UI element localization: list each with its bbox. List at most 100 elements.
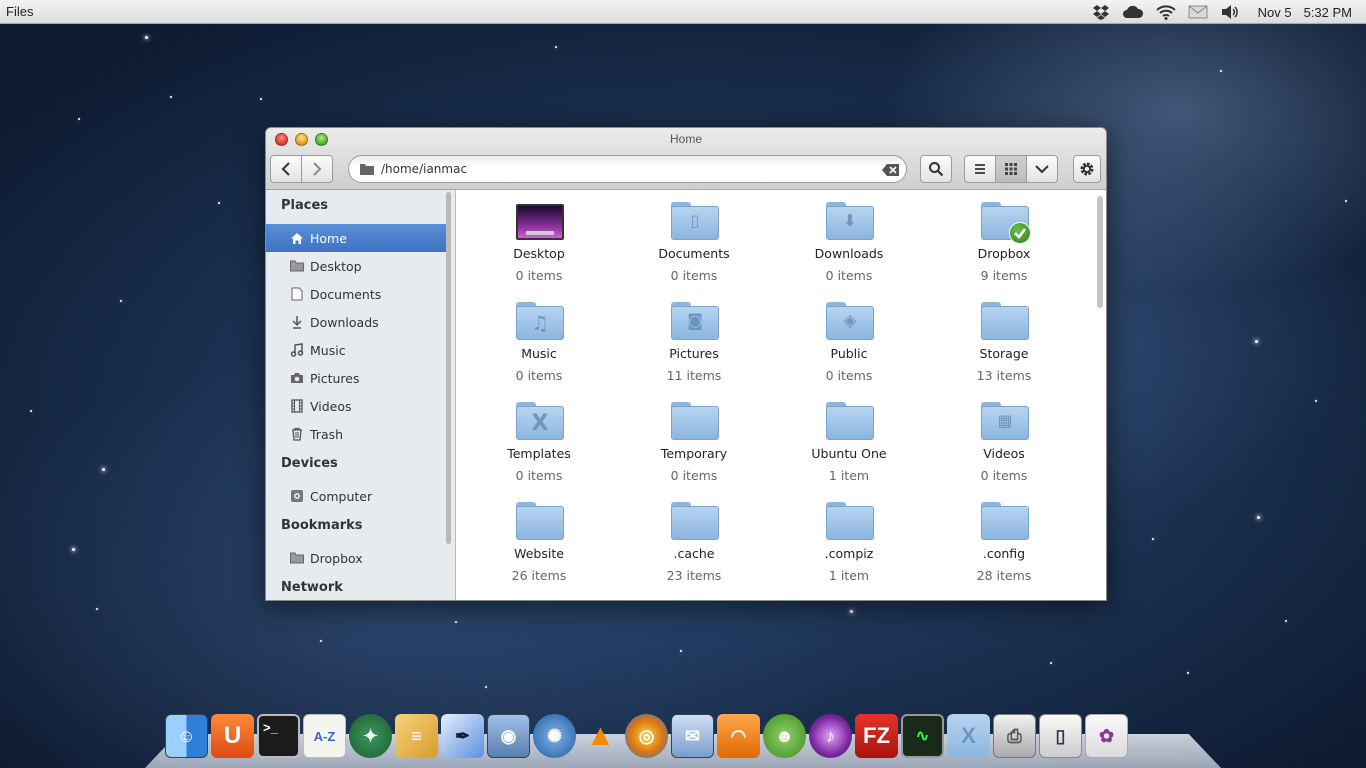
bookmarks-header: Bookmarks [281,518,363,533]
date-label[interactable]: Nov 5 [1258,5,1292,20]
folder-icon [671,402,719,442]
file-item-temporary[interactable]: Temporary 0 items [619,390,769,486]
file-item-cache[interactable]: .cache 23 items [619,490,769,586]
file-item-pictures[interactable]: ◙ Pictures 11 items [619,290,769,386]
file-item-ubuntu-one[interactable]: Ubuntu One 1 item [774,390,924,486]
sidebar-item-music[interactable]: Music [266,336,446,364]
document-icon [290,287,304,301]
file-manager-window: Home /home/ianmac Places Home Desktop Do… [265,127,1107,601]
filezilla-icon[interactable]: FZ [855,714,898,758]
sidebar-item-home[interactable]: Home [266,224,446,252]
browser-icon[interactable]: ◎ [625,714,668,758]
wifi-icon[interactable] [1155,4,1176,20]
utilities-folder-icon[interactable]: X [947,714,990,758]
file-item-public[interactable]: ◈ Public 0 items [774,290,924,386]
sidebar-item-dropbox[interactable]: Dropbox [266,544,446,572]
file-item-music[interactable]: ♫ Music 0 items [464,290,614,386]
archive-icon[interactable]: ≡ [395,714,438,758]
file-item-config[interactable]: .config 28 items [929,490,1079,586]
search-icon [929,162,944,177]
printer-icon[interactable]: ⎙ [993,714,1036,758]
activity-monitor-icon[interactable]: ∿ [901,714,944,758]
top-panel: Files Nov 5 5:32 PM [0,0,1366,24]
file-count: 11 items [666,368,722,383]
desktop-icon [516,204,564,240]
file-name: Public [830,346,868,361]
sidebar-item-pictures[interactable]: Pictures [266,364,446,392]
list-view-button[interactable] [964,155,996,183]
cloud-icon[interactable] [1122,5,1144,19]
preview-icon[interactable]: ◉ [487,714,530,758]
settings-icon[interactable]: ✿ [1085,714,1128,758]
file-count: 23 items [666,568,722,583]
sidebar-item-label: Pictures [310,370,360,386]
file-item-documents[interactable]: ▯ Documents 0 items [619,190,769,286]
mail-icon[interactable]: ✉ [671,714,714,758]
home-icon [290,231,304,245]
file-item-videos[interactable]: ▦ Videos 0 items [929,390,1079,486]
folder-icon [826,502,874,542]
location-bar[interactable]: /home/ianmac [348,155,907,183]
file-name: Templates [507,446,571,461]
file-item-website[interactable]: Website 26 items [464,490,614,586]
sidebar-item-label: Computer [310,488,373,504]
rss-icon[interactable]: ◠ [717,714,760,758]
terminal-icon[interactable]: >_ [257,714,300,758]
folder-icon [826,402,874,442]
location-path[interactable]: /home/ianmac [381,162,467,176]
file-grid: Desktop 0 items ▯ Documents 0 items ⬇ Do… [456,190,1106,600]
file-name: Dropbox [977,246,1031,261]
sidebar-item-computer[interactable]: Computer [266,482,446,510]
templates-folder-icon: X [516,402,564,442]
folder-icon [981,302,1029,342]
mail-icon[interactable] [1188,5,1208,19]
active-app-name[interactable]: Files [6,4,33,19]
volume-icon[interactable] [1220,4,1240,20]
file-item-downloads[interactable]: ⬇ Downloads 0 items [774,190,924,286]
file-count: 0 items [670,468,718,483]
finder-icon[interactable]: ☺ [165,714,208,758]
sidebar-item-downloads[interactable]: Downloads [266,308,446,336]
file-item-compiz[interactable]: .compiz 1 item [774,490,924,586]
sidebar-item-desktop[interactable]: Desktop [266,252,446,280]
ubuntu-one-icon[interactable]: U [211,714,254,758]
folder-icon [516,502,564,542]
dropbox-icon[interactable] [1092,4,1110,20]
time-label[interactable]: 5:32 PM [1304,5,1352,20]
back-button[interactable] [270,155,302,183]
file-grid-scrollbar[interactable] [1097,196,1103,308]
file-count: 0 items [515,368,563,383]
clear-location-icon[interactable] [882,162,900,181]
files-icon[interactable]: ▯ [1039,714,1082,758]
quill-icon[interactable]: ✒ [441,714,484,758]
pidgin-icon[interactable]: ☻ [763,714,806,758]
file-item-templates[interactable]: X Templates 0 items [464,390,614,486]
file-item-desktop[interactable]: Desktop 0 items [464,190,614,286]
dropbox-folder-icon [981,202,1031,244]
sidebar-item-trash[interactable]: Trash [266,420,446,448]
folder-icon [360,164,374,175]
vlc-icon[interactable]: ▲ [579,714,622,758]
sidebar-item-videos[interactable]: Videos [266,392,446,420]
settings-button[interactable] [1073,155,1101,183]
text-editor-icon[interactable]: A-Z [303,714,346,758]
sidebar-item-documents[interactable]: Documents [266,280,446,308]
view-options-button[interactable] [1026,155,1058,183]
music-icon[interactable]: ♪ [809,714,852,758]
chevron-left-icon [281,162,290,176]
file-count: 26 items [511,568,567,583]
file-item-storage[interactable]: Storage 13 items [929,290,1079,386]
file-item-dropbox[interactable]: Dropbox 9 items [929,190,1079,286]
shotwell-icon[interactable]: ✺ [533,714,576,758]
sidebar-scrollbar[interactable] [446,192,451,544]
file-name: Documents [658,246,730,261]
devices-header: Devices [281,456,338,471]
window-titlebar[interactable]: Home /home/ianmac [266,128,1106,190]
game-icon[interactable]: ✦ [349,714,392,758]
gear-icon [1080,162,1094,176]
search-button[interactable] [920,155,952,183]
forward-button[interactable] [301,155,333,183]
music-folder-icon: ♫ [516,302,564,342]
trash-icon [290,427,304,441]
grid-view-button[interactable] [995,155,1027,183]
